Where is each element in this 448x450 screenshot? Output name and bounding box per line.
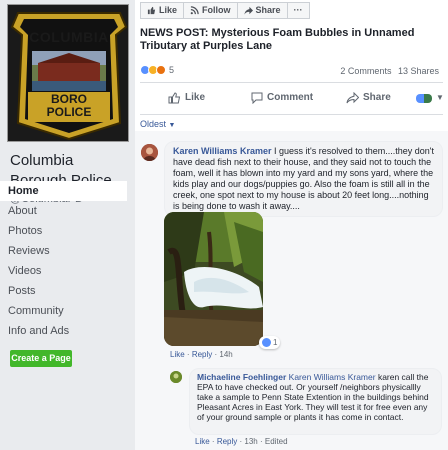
reply-author-link[interactable]: Michaeline Foehlinger — [197, 372, 286, 382]
sidebar-item-reviews[interactable]: Reviews — [0, 241, 127, 261]
comments-section: Karen Williams Kramer I guess it's resol… — [135, 131, 448, 450]
chevron-down-icon: ▼ — [436, 93, 444, 102]
divider — [140, 114, 443, 115]
post-share-button[interactable]: Share — [346, 88, 391, 108]
create-page-button[interactable]: Create a Page — [10, 350, 72, 367]
profile-photo-icon — [141, 144, 158, 161]
sort-label: Oldest — [140, 119, 167, 129]
comment-meta: Like · Reply · 14h — [170, 350, 233, 359]
sidebar-item-community[interactable]: Community — [0, 301, 127, 321]
angry-reaction-icon — [156, 65, 166, 75]
left-sidebar: COLUMBIA BORO POLICE Columbia Borough Po… — [0, 0, 135, 450]
reply-reply-link[interactable]: Reply — [217, 437, 237, 446]
reply-edited-label: Edited — [264, 437, 288, 446]
avatar[interactable] — [141, 144, 158, 161]
post-comment-button[interactable]: Comment — [251, 88, 313, 108]
like-reaction-icon — [262, 338, 271, 347]
comment-timestamp[interactable]: 14h — [219, 350, 232, 359]
reaction-summary[interactable]: 5 — [140, 65, 174, 75]
sidebar-item-photos[interactable]: Photos — [0, 221, 127, 241]
reply-bubble: Michaeline Foehlinger Karen Williams Kra… — [189, 368, 442, 435]
reaction-avatar-icon — [416, 93, 432, 103]
reply-mention-link[interactable]: Karen Williams Kramer — [289, 372, 376, 382]
post-title[interactable]: NEWS POST: Mysterious Foam Bubbles in Un… — [140, 27, 440, 53]
page-logo[interactable]: COLUMBIA BORO POLICE — [7, 4, 129, 142]
sidebar-item-posts[interactable]: Posts — [0, 281, 127, 301]
post-share-label: Share — [363, 92, 391, 103]
sidebar-item-home[interactable]: Home — [0, 181, 127, 201]
page-share-label: Share — [255, 5, 281, 15]
comment-likes-count: 1 — [273, 338, 278, 347]
page-follow-label: Follow — [202, 5, 231, 15]
page-like-button[interactable]: Like — [140, 2, 185, 19]
shares-count[interactable]: 13 Shares — [398, 66, 439, 76]
comment-like-link[interactable]: Like — [170, 350, 185, 359]
logo-top-text: COLUMBIA — [29, 29, 109, 45]
keystone-badge-icon — [8, 5, 128, 141]
reaction-selector-button[interactable]: ▼ — [416, 88, 444, 108]
page-more-button[interactable]: ··· — [286, 2, 310, 19]
post-like-label: Like — [185, 92, 206, 103]
page-action-bar: Like Follow Share ··· — [140, 2, 310, 19]
sort-comments-dropdown[interactable]: Oldest ▼ — [140, 119, 175, 129]
post-actions: Like Comment Share ▼ — [140, 88, 444, 108]
comment-bubble: Karen Williams Kramer I guess it's resol… — [164, 141, 443, 217]
comment-like-count[interactable]: 1 — [259, 336, 281, 349]
chevron-down-icon: ▼ — [168, 122, 176, 129]
thumbs-up-icon — [147, 6, 156, 15]
page-like-label: Like — [159, 5, 178, 15]
page-share-button[interactable]: Share — [236, 2, 288, 19]
sidebar-item-info-and-ads[interactable]: Info and Ads — [0, 321, 127, 341]
reply-timestamp[interactable]: 13h — [244, 437, 257, 446]
share-arrow-icon — [346, 92, 359, 104]
thumbs-up-icon — [168, 92, 181, 104]
reply-meta: Like · Reply · 13h · Edited — [195, 437, 288, 446]
reaction-count: 5 — [169, 65, 175, 75]
comment-photo[interactable] — [164, 212, 263, 346]
divider — [140, 82, 443, 83]
facebook-page: COLUMBIA BORO POLICE Columbia Borough Po… — [0, 0, 448, 450]
profile-photo-icon — [170, 371, 182, 383]
post-comment-label: Comment — [267, 92, 314, 103]
comment-author-link[interactable]: Karen Williams Kramer — [173, 146, 271, 156]
avatar[interactable] — [170, 371, 182, 383]
post-counts: 2 Comments 13 Shares — [340, 66, 439, 76]
share-arrow-icon — [243, 6, 253, 15]
page-follow-button[interactable]: Follow — [183, 2, 238, 19]
comment-bubble-icon — [251, 92, 263, 104]
foam-creek-photo — [164, 212, 263, 346]
comments-count[interactable]: 2 Comments — [340, 66, 391, 76]
logo-bottom-text-2: POLICE — [46, 105, 92, 119]
comment-reply-link[interactable]: Reply — [192, 350, 212, 359]
sidebar-item-videos[interactable]: Videos — [0, 261, 127, 281]
post-like-button[interactable]: Like — [168, 88, 205, 108]
rss-follow-icon — [190, 6, 199, 15]
reply-like-link[interactable]: Like — [195, 437, 210, 446]
sidebar-item-about[interactable]: About — [0, 201, 127, 221]
post-panel: Like Follow Share ··· NEWS POST: Mysteri… — [135, 0, 448, 450]
